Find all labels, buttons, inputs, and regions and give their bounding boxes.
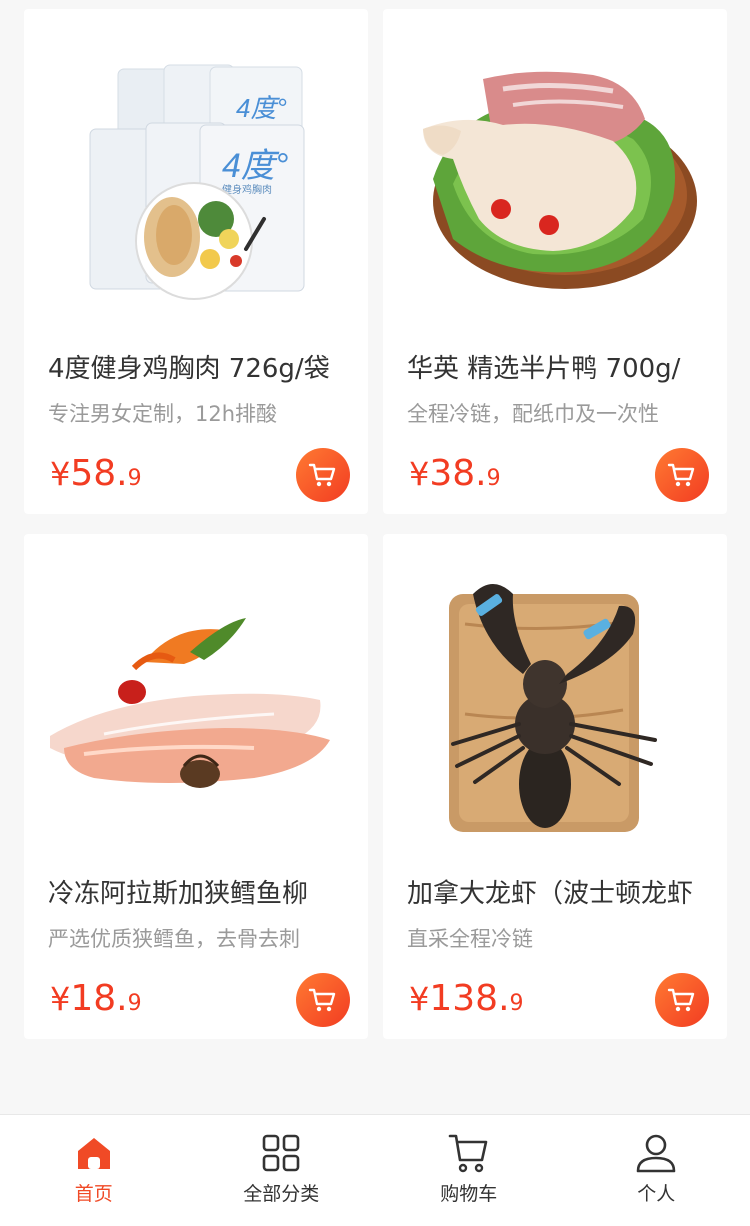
product-list-page: 4度° 4度° 健身鸡胸肉 4度健身鸡胸肉 726g/袋 专注男女定制，12h排…	[0, 0, 750, 1226]
tab-categories[interactable]: 全部分类	[188, 1115, 376, 1226]
svg-text:4度°: 4度°	[222, 147, 289, 185]
currency-symbol: ¥	[50, 455, 71, 493]
bottom-tab-bar: 首页 全部分类 购物车 个人	[0, 1114, 750, 1226]
price-integer: 138.	[429, 978, 510, 1019]
currency-symbol: ¥	[409, 980, 430, 1018]
price-decimal: 9	[509, 991, 524, 1016]
product-description: 专注男女定制，12h排酸	[48, 402, 278, 426]
product-description: 全程冷链，配纸巾及一次性	[407, 402, 659, 426]
product-price: ¥138.9	[409, 974, 524, 1024]
product-price: ¥18.9	[50, 974, 142, 1024]
product-title[interactable]: 冷冻阿拉斯加狭鳕鱼柳	[48, 874, 354, 914]
tab-home[interactable]: 首页	[0, 1115, 188, 1226]
product-image-lobster[interactable]	[383, 534, 727, 864]
product-title[interactable]: 华英 精选半片鸭 700g/	[407, 349, 713, 389]
product-price: ¥58.9	[50, 449, 142, 499]
cart-icon	[308, 988, 336, 1012]
tab-cart[interactable]: 购物车	[375, 1115, 563, 1226]
chicken-breast-image: 4度° 4度° 健身鸡胸肉	[89, 64, 305, 300]
tab-profile[interactable]: 个人	[563, 1115, 750, 1226]
cart-icon	[308, 463, 336, 487]
product-card[interactable]: 4度° 4度° 健身鸡胸肉 4度健身鸡胸肉 726g/袋 专注男女定制，12h排…	[24, 9, 368, 514]
price-integer: 38.	[429, 453, 487, 494]
tab-label: 购物车	[440, 1183, 498, 1205]
product-image-duck[interactable]	[383, 9, 727, 339]
tab-label: 首页	[74, 1183, 113, 1205]
lobster-image	[449, 584, 657, 832]
duck-image	[423, 71, 697, 289]
add-to-cart-button[interactable]	[655, 973, 709, 1027]
cart-icon	[447, 1131, 491, 1175]
product-title[interactable]: 4度健身鸡胸肉 726g/袋	[48, 349, 354, 389]
currency-symbol: ¥	[409, 455, 430, 493]
tab-label: 个人	[637, 1183, 676, 1205]
product-price: ¥38.9	[409, 449, 501, 499]
product-image-pollock-fillet[interactable]	[24, 534, 368, 864]
grid-icon	[259, 1131, 303, 1175]
product-description: 直采全程冷链	[407, 927, 533, 951]
product-card[interactable]: 加拿大龙虾（波士顿龙虾 直采全程冷链 ¥138.9	[383, 534, 727, 1039]
product-description: 严选优质狭鳕鱼，去骨去刺	[48, 927, 300, 951]
add-to-cart-button[interactable]	[655, 448, 709, 502]
price-decimal: 9	[127, 991, 142, 1016]
home-icon	[72, 1131, 116, 1175]
product-card[interactable]: 冷冻阿拉斯加狭鳕鱼柳 严选优质狭鳕鱼，去骨去刺 ¥18.9	[24, 534, 368, 1039]
user-icon	[634, 1131, 678, 1175]
currency-symbol: ¥	[50, 980, 71, 1018]
price-integer: 18.	[70, 978, 128, 1019]
add-to-cart-button[interactable]	[296, 973, 350, 1027]
price-integer: 58.	[70, 453, 128, 494]
price-decimal: 9	[486, 466, 501, 491]
tab-label: 全部分类	[243, 1183, 320, 1205]
pollock-fillet-image	[50, 618, 330, 788]
add-to-cart-button[interactable]	[296, 448, 350, 502]
product-image-chicken-breast[interactable]: 4度° 4度° 健身鸡胸肉	[24, 9, 368, 339]
product-title[interactable]: 加拿大龙虾（波士顿龙虾	[407, 874, 713, 914]
svg-text:4度°: 4度°	[236, 93, 287, 123]
cart-icon	[667, 463, 695, 487]
cart-icon	[667, 988, 695, 1012]
product-card[interactable]: 华英 精选半片鸭 700g/ 全程冷链，配纸巾及一次性 ¥38.9	[383, 9, 727, 514]
price-decimal: 9	[127, 466, 142, 491]
